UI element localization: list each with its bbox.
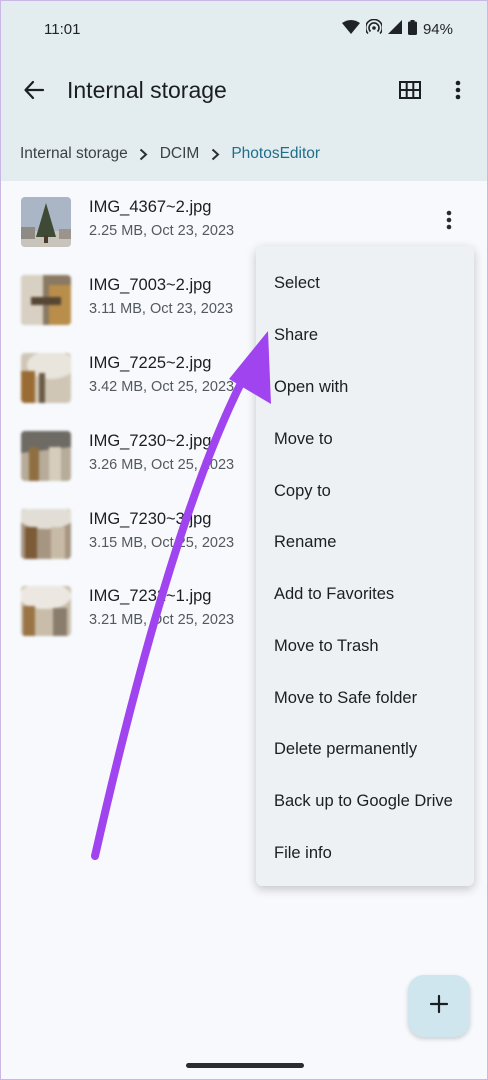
menu-item-select[interactable]: Select bbox=[274, 274, 320, 293]
menu-item-add-to-favorites[interactable]: Add to Favorites bbox=[274, 585, 394, 604]
hotspot-icon bbox=[364, 18, 384, 40]
menu-item-back-up-to-google-drive[interactable]: Back up to Google Drive bbox=[274, 792, 453, 811]
menu-item-delete-permanently[interactable]: Delete permanently bbox=[274, 740, 417, 759]
home-indicator[interactable] bbox=[186, 1063, 304, 1068]
file-name: IMG_7230~3.jpg bbox=[89, 510, 212, 528]
menu-item-rename[interactable]: Rename bbox=[274, 533, 336, 552]
menu-item-share[interactable]: Share bbox=[274, 326, 318, 345]
screen: 11:01 94% Internal storage Internal stor… bbox=[1, 1, 487, 1079]
chevron-right-icon bbox=[202, 148, 228, 161]
more-vert-icon bbox=[455, 80, 461, 105]
image-thumbnail bbox=[21, 275, 71, 325]
image-thumbnail bbox=[21, 353, 71, 403]
menu-item-copy-to[interactable]: Copy to bbox=[274, 482, 331, 501]
signal-icon bbox=[387, 20, 402, 39]
image-thumbnail bbox=[21, 586, 71, 636]
grid-view-button[interactable] bbox=[395, 77, 425, 107]
breadcrumb: Internal storage DCIM PhotosEditor bbox=[20, 145, 320, 163]
file-meta: 2.25 MB, Oct 23, 2023 bbox=[89, 223, 235, 239]
wifi-icon bbox=[341, 20, 360, 39]
file-meta: 3.42 MB, Oct 25, 2023 bbox=[89, 379, 235, 395]
item-more-button[interactable] bbox=[439, 209, 459, 235]
chevron-right-icon bbox=[131, 148, 157, 161]
file-name: IMG_7225~2.jpg bbox=[89, 354, 212, 372]
menu-item-move-to-trash[interactable]: Move to Trash bbox=[274, 637, 379, 656]
menu-item-file-info[interactable]: File info bbox=[274, 844, 332, 863]
menu-item-move-to-safe-folder[interactable]: Move to Safe folder bbox=[274, 689, 417, 708]
file-meta: 3.11 MB, Oct 23, 2023 bbox=[89, 301, 234, 317]
battery-percent: 94% bbox=[422, 21, 453, 38]
grid-icon bbox=[399, 80, 421, 104]
back-button[interactable] bbox=[17, 75, 51, 109]
breadcrumb-dcim[interactable]: DCIM bbox=[160, 145, 200, 163]
more-options-button[interactable] bbox=[445, 77, 471, 107]
breadcrumb-photoseditor[interactable]: PhotosEditor bbox=[231, 145, 320, 163]
image-thumbnail bbox=[21, 197, 71, 247]
file-meta: 3.26 MB, Oct 25, 2023 bbox=[89, 457, 235, 473]
file-name: IMG_4367~2.jpg bbox=[89, 198, 212, 216]
image-thumbnail bbox=[21, 431, 71, 481]
file-name: IMG_7230~2.jpg bbox=[89, 432, 212, 450]
file-meta: 3.21 MB, Oct 25, 2023 bbox=[89, 612, 235, 628]
page-title: Internal storage bbox=[67, 77, 227, 103]
add-button[interactable] bbox=[408, 975, 470, 1037]
file-meta: 3.15 MB, Oct 25, 2023 bbox=[89, 535, 235, 551]
context-menu: Select Share Open with Move to Copy to R… bbox=[256, 246, 474, 886]
arrow-back-icon bbox=[23, 79, 45, 106]
more-vert-icon bbox=[446, 210, 452, 235]
file-name: IMG_7232~1.jpg bbox=[89, 587, 212, 605]
status-time: 11:01 bbox=[44, 21, 81, 38]
status-icons: 94% bbox=[341, 18, 453, 40]
image-thumbnail bbox=[21, 509, 71, 559]
menu-item-move-to[interactable]: Move to bbox=[274, 430, 333, 449]
file-name: IMG_7003~2.jpg bbox=[89, 276, 212, 294]
battery-icon bbox=[407, 19, 417, 40]
breadcrumb-internal-storage[interactable]: Internal storage bbox=[20, 145, 128, 163]
menu-item-open-with[interactable]: Open with bbox=[274, 378, 348, 397]
plus-icon bbox=[429, 994, 449, 1019]
